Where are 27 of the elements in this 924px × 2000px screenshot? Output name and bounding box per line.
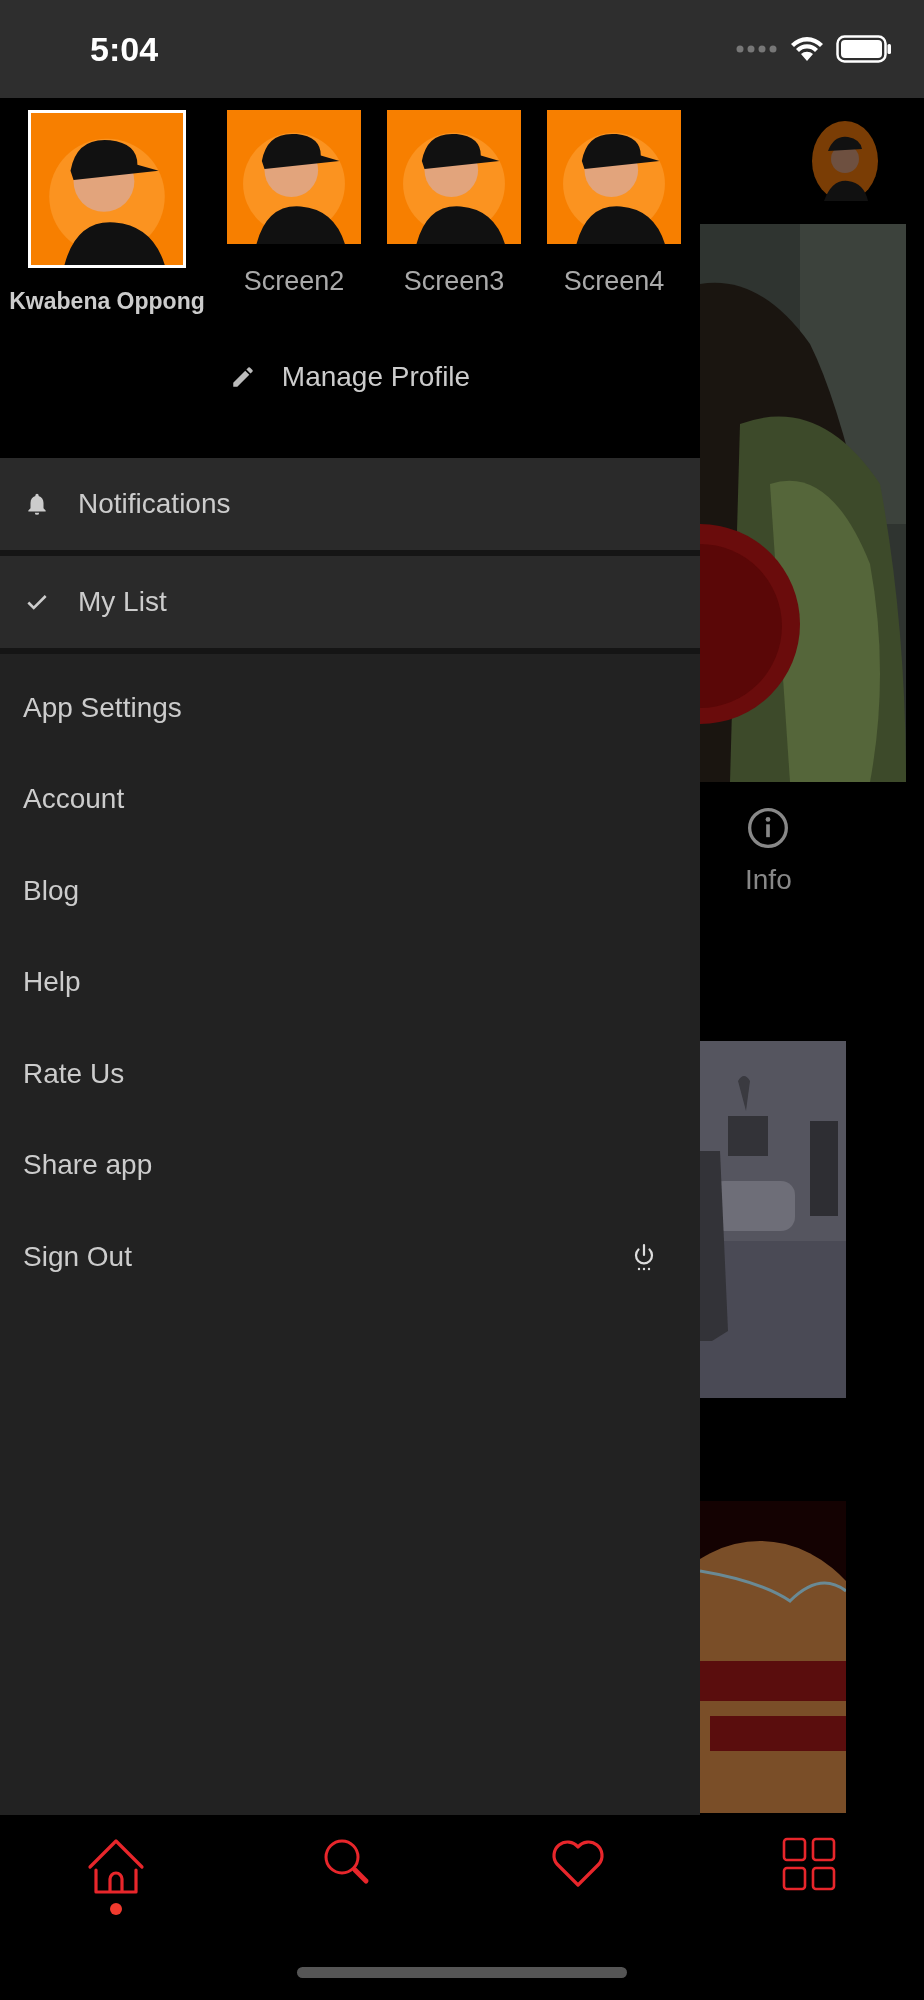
signal-icon (736, 45, 778, 53)
info-button[interactable]: Info (745, 806, 792, 896)
notifications-item[interactable]: Notifications (0, 458, 700, 556)
profile-name: Kwabena Oppong (9, 288, 205, 315)
menu-item[interactable]: Share app (0, 1119, 700, 1211)
menu-item[interactable]: Rate Us (0, 1028, 700, 1120)
profile-avatar[interactable] (387, 110, 521, 244)
profile-avatar[interactable] (28, 110, 186, 268)
profile-name: Screen2 (243, 266, 345, 297)
profile-name: Screen4 (563, 266, 665, 297)
grid-icon (781, 1837, 836, 1891)
wifi-icon (790, 36, 824, 62)
my-list-item[interactable]: My List (0, 556, 700, 654)
clock-time: 5:04 (90, 29, 159, 69)
menu-item[interactable]: Help (0, 936, 700, 1028)
manage-profile-button[interactable]: Manage Profile (219, 355, 481, 399)
profile-name: Screen3 (403, 266, 505, 297)
power-icon (632, 1242, 656, 1271)
sign-out-item[interactable]: Sign Out (0, 1211, 700, 1303)
info-icon (746, 806, 791, 850)
profile-avatar[interactable] (547, 110, 681, 244)
menu-item[interactable]: App Settings (0, 662, 700, 754)
profile-avatar[interactable] (227, 110, 361, 244)
menu-item[interactable]: Blog (0, 845, 700, 937)
menu-item[interactable]: Account (0, 753, 700, 845)
battery-icon (836, 35, 892, 63)
avatar-icon[interactable] (812, 121, 878, 201)
